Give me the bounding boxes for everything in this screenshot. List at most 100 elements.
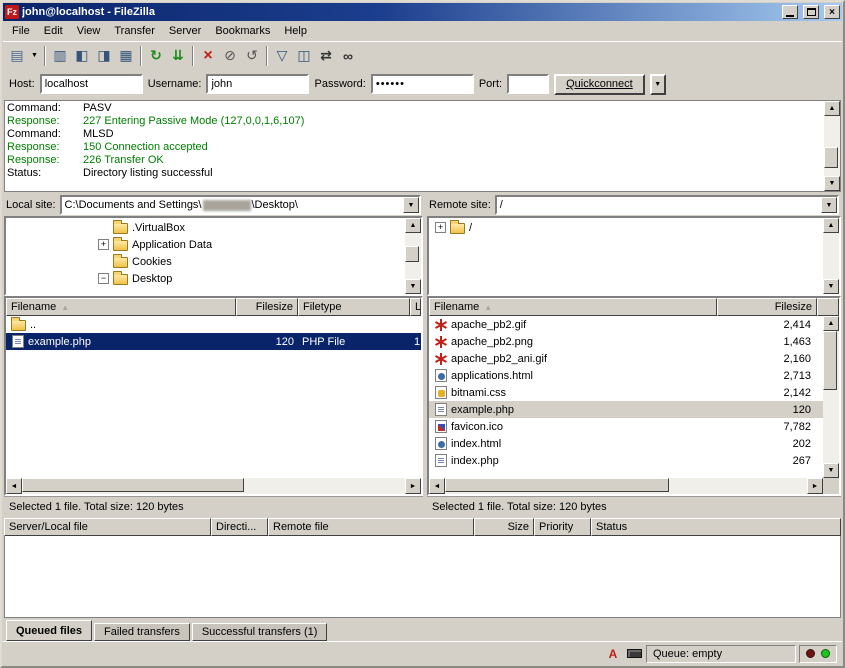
tree-item[interactable]: +Application Data	[6, 236, 405, 253]
file-row[interactable]: apache_pb2.png 1,463	[429, 333, 823, 350]
collapse-icon[interactable]: −	[98, 273, 109, 284]
quickconnect-bar: Host: Username: Password: Port: Quickcon…	[3, 69, 842, 99]
file-row[interactable]: index.php 267	[429, 452, 823, 469]
scrollbar-thumb[interactable]	[405, 246, 419, 262]
remote-tree-toggle-icon[interactable]: ◨	[93, 45, 115, 67]
maximize-button[interactable]	[803, 5, 819, 19]
scroll-up-icon[interactable]: ▲	[823, 218, 839, 233]
column-header-status[interactable]: Status	[591, 518, 841, 536]
expand-icon[interactable]: +	[98, 239, 109, 250]
tree-item[interactable]: Cookies	[6, 253, 405, 270]
filter-icon[interactable]: ▽	[271, 45, 293, 67]
scroll-right-icon[interactable]: ►	[807, 478, 823, 494]
close-button[interactable]: ×	[824, 5, 840, 19]
column-header-filesize[interactable]: Filesize	[236, 298, 298, 316]
tree-item[interactable]: +/	[429, 219, 823, 236]
remote-list-scrollbar[interactable]: ▲ ▼	[823, 316, 839, 478]
site-manager-icon[interactable]: ▤	[6, 45, 28, 67]
column-header-filesize[interactable]: Filesize	[717, 298, 817, 316]
menu-edit[interactable]: Edit	[37, 23, 70, 39]
scroll-down-icon[interactable]: ▼	[823, 463, 839, 478]
menu-help[interactable]: Help	[277, 23, 314, 39]
remote-site-combobox[interactable]: / ▼	[495, 195, 839, 215]
password-input[interactable]	[371, 74, 474, 94]
menu-bookmarks[interactable]: Bookmarks	[208, 23, 277, 39]
column-header-filename[interactable]: Filename▲	[6, 298, 236, 316]
menu-file[interactable]: File	[5, 23, 37, 39]
local-tree-toggle-icon[interactable]: ◧	[71, 45, 93, 67]
scroll-down-icon[interactable]: ▼	[405, 279, 421, 294]
sync-browsing-icon[interactable]: ⇄	[315, 45, 337, 67]
scrollbar-thumb[interactable]	[445, 478, 669, 492]
scroll-right-icon[interactable]: ►	[405, 478, 421, 494]
scrollbar-thumb[interactable]	[22, 478, 244, 492]
ascii-datatype-icon: A	[604, 646, 622, 662]
port-input[interactable]	[507, 74, 549, 94]
menu-server[interactable]: Server	[162, 23, 208, 39]
queue-toggle-icon[interactable]: ▦	[115, 45, 137, 67]
compare-icon[interactable]: ◫	[293, 45, 315, 67]
disconnect-icon[interactable]: ⊘	[219, 45, 241, 67]
scroll-up-icon[interactable]: ▲	[405, 218, 421, 233]
remote-tree-scrollbar[interactable]: ▲ ▼	[823, 218, 839, 294]
column-header-server-local-file[interactable]: Server/Local file	[4, 518, 211, 536]
file-row-selected[interactable]: example.php 120 PHP File 1	[6, 333, 421, 350]
column-header-size[interactable]: Size	[474, 518, 534, 536]
queue-body[interactable]	[4, 536, 841, 618]
find-icon[interactable]: ∞	[337, 45, 359, 67]
log-line: Response:227 Entering Passive Mode (127,…	[7, 115, 822, 128]
file-row[interactable]: applications.html 2,713	[429, 367, 823, 384]
username-input[interactable]	[206, 74, 309, 94]
local-hscrollbar[interactable]: ◄ ►	[6, 478, 421, 494]
site-manager-dropdown-icon[interactable]: ▼	[28, 45, 41, 67]
column-header-remote-file[interactable]: Remote file	[268, 518, 474, 536]
scroll-down-icon[interactable]: ▼	[823, 279, 839, 294]
log-line: Response:226 Transfer OK	[7, 154, 822, 167]
menu-transfer[interactable]: Transfer	[107, 23, 162, 39]
message-log-toggle-icon[interactable]: ▥	[49, 45, 71, 67]
titlebar: Fz john@localhost - FileZilla ×	[3, 3, 842, 21]
scroll-down-icon[interactable]: ▼	[824, 176, 840, 191]
tab-successful-transfers[interactable]: Successful transfers (1)	[192, 623, 328, 641]
tree-item[interactable]: .VirtualBox	[6, 219, 405, 236]
file-row[interactable]: index.html 202	[429, 435, 823, 452]
scroll-left-icon[interactable]: ◄	[6, 478, 22, 494]
file-row-selected[interactable]: example.php 120	[429, 401, 823, 418]
local-site-combobox[interactable]: C:\Documents and Settings\\Desktop\ ▼	[60, 195, 421, 215]
expand-icon[interactable]: +	[435, 222, 446, 233]
file-row[interactable]: ..	[6, 316, 421, 333]
quickconnect-dropdown-icon[interactable]: ▼	[650, 74, 666, 95]
reconnect-icon[interactable]: ↺	[241, 45, 263, 67]
scroll-up-icon[interactable]: ▲	[824, 101, 840, 116]
scroll-left-icon[interactable]: ◄	[429, 478, 445, 494]
column-header-priority[interactable]: Priority	[534, 518, 591, 536]
log-scrollbar[interactable]: ▲ ▼	[824, 101, 840, 191]
file-row[interactable]: apache_pb2_ani.gif 2,160	[429, 350, 823, 367]
menu-view[interactable]: View	[70, 23, 108, 39]
column-header-modified[interactable]: L	[410, 298, 421, 316]
tab-failed-transfers[interactable]: Failed transfers	[94, 623, 190, 641]
minimize-button[interactable]	[782, 5, 798, 19]
scrollbar-thumb[interactable]	[823, 331, 837, 390]
file-row[interactable]: bitnami.css 2,142	[429, 384, 823, 401]
combo-dropdown-icon[interactable]: ▼	[403, 197, 419, 213]
scrollbar-thumb[interactable]	[824, 147, 838, 167]
activity-indicators	[799, 645, 837, 663]
column-header-filename[interactable]: Filename▲	[429, 298, 717, 316]
cancel-icon[interactable]: ×	[197, 45, 219, 67]
tree-item[interactable]: −Desktop	[6, 270, 405, 287]
remote-site-label: Remote site:	[429, 199, 491, 211]
file-row[interactable]: apache_pb2.gif 2,414	[429, 316, 823, 333]
column-header-direction[interactable]: Directi...	[211, 518, 268, 536]
combo-dropdown-icon[interactable]: ▼	[821, 197, 837, 213]
tab-queued-files[interactable]: Queued files	[6, 620, 92, 641]
column-header-filetype[interactable]: Filetype	[298, 298, 410, 316]
local-tree-scrollbar[interactable]: ▲ ▼	[405, 218, 421, 294]
file-row[interactable]: favicon.ico 7,782	[429, 418, 823, 435]
scroll-up-icon[interactable]: ▲	[823, 316, 839, 331]
process-queue-icon[interactable]: ⇊	[167, 45, 189, 67]
host-input[interactable]	[40, 74, 143, 94]
refresh-icon[interactable]: ↻	[145, 45, 167, 67]
quickconnect-button[interactable]: Quickconnect	[554, 74, 645, 95]
remote-hscrollbar[interactable]: ◄ ►	[429, 478, 839, 494]
